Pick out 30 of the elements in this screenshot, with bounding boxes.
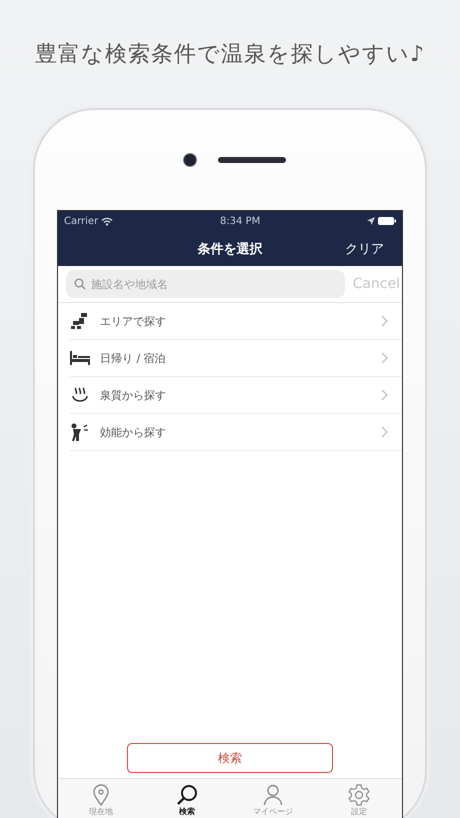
- clear-button[interactable]: クリア: [345, 240, 384, 258]
- wifi-icon: [101, 216, 114, 226]
- chevron-icon: [381, 426, 388, 438]
- location-arrow-icon: [367, 217, 375, 225]
- settings-icon: [348, 784, 370, 806]
- chevron-icon: [381, 315, 388, 327]
- search-icon: [74, 278, 86, 290]
- tab-item[interactable]: 検索: [144, 779, 230, 818]
- search-button[interactable]: 検索: [127, 743, 333, 773]
- headline: 豊富な検索条件で温泉を探しやすい♪: [34, 41, 426, 69]
- location-pin-icon: [92, 784, 110, 806]
- battery-icon: [378, 217, 396, 225]
- search-field[interactable]: 施設名や地域名: [66, 270, 345, 298]
- nav-title: 条件を選択: [198, 240, 262, 258]
- search-icon: [176, 784, 198, 806]
- bed-icon: [70, 351, 90, 365]
- seat-icon: [70, 312, 88, 330]
- menu-row[interactable]: エリアで探す: [70, 303, 402, 340]
- status-time: 8:34 PM: [220, 216, 260, 226]
- chevron-icon: [381, 389, 388, 401]
- carrier-label: Carrier: [64, 216, 98, 226]
- chevron-icon: [381, 352, 388, 364]
- speaker-slot: [218, 157, 286, 163]
- menu-row[interactable]: 泉質から探す: [70, 377, 402, 414]
- person-icon: [263, 784, 283, 806]
- back-pain-figure-icon: [70, 423, 90, 441]
- menu-row[interactable]: 日帰り / 宿泊: [70, 340, 402, 377]
- menu-row[interactable]: 効能から探す: [70, 414, 402, 451]
- camera-dot: [184, 154, 196, 166]
- hot-spring-icon: [70, 387, 90, 403]
